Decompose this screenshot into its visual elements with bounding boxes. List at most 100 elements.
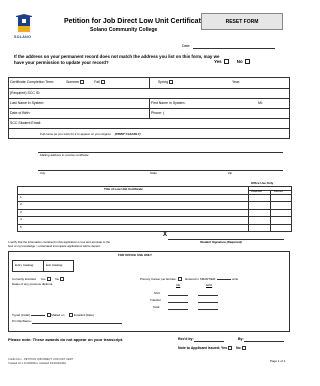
note-yes-checkbox[interactable] (228, 346, 233, 351)
mailed-checkbox[interactable] (46, 313, 51, 317)
cert-row-3: 3. (20, 210, 23, 214)
notice-line-2: have your permission to update your reco… (14, 60, 109, 65)
reset-form-button[interactable]: RESET FORM (201, 13, 283, 30)
recd-by-label: Rec'd by: (178, 337, 194, 341)
form-code-line-2: Created 10.1.13 ERP/Rev. Updated 3/23/20… (8, 362, 67, 365)
emailed-checkbox[interactable] (69, 313, 74, 317)
reset-form-label: RESET FORM (225, 19, 259, 25)
spring-label: Spring (158, 80, 169, 84)
mailed-label: Mailed on (51, 312, 65, 317)
college-name: Solano Community College (90, 27, 158, 33)
scc-label: SCC (154, 291, 161, 295)
office-use-title: FOR OFFICE USE ONLY (118, 253, 153, 257)
typed-initial-row: Typed (initial) Mailed on Emailed (Date) (12, 313, 94, 317)
by-label: By: (238, 337, 244, 341)
total-label: Total (153, 305, 160, 309)
date-field[interactable] (193, 48, 275, 49)
last-name-label: Last Name in System: (10, 101, 45, 105)
cert-row-5: 5. (20, 225, 23, 229)
pc-dip-field[interactable] (32, 323, 122, 324)
note-no-label: No (235, 346, 241, 350)
summer-checkbox[interactable] (80, 80, 85, 85)
primary-career-checkbox[interactable] (177, 277, 182, 281)
permission-no-checkbox[interactable] (245, 59, 251, 65)
transfer-label: Transfer (150, 298, 162, 302)
permission-no-label: No (236, 59, 243, 64)
please-note-text: Please note: These awards do not appear … (8, 337, 124, 342)
fall-checkbox[interactable] (100, 80, 105, 85)
date-paren-label: (Date) (85, 312, 94, 317)
emailed-label: Emailed (73, 312, 85, 317)
full-name-caption: Full name as you wish for it to appear o… (40, 132, 141, 137)
spring-checkbox[interactable] (169, 80, 174, 85)
date-label: Date: (182, 44, 191, 48)
zip-label: Zip (228, 171, 233, 175)
enrolled-no-label: No (55, 276, 60, 281)
awarded-header: Awarded (251, 189, 262, 193)
cert-term-row: Certificate Completion Term: Summer Fall (10, 80, 105, 85)
primary-career-row: Primary Career per Entries: Entered in S… (140, 277, 238, 281)
form-page: SOLANO Petition for Job Direct Low Unit … (0, 0, 298, 386)
pc-dip-label: P.C.Dip/Name: (12, 319, 32, 323)
total-gpa-field[interactable] (198, 309, 218, 310)
city-label: City (40, 171, 46, 175)
units-label: units (231, 276, 239, 281)
scc-id-label: (Required) SCC ID: (10, 91, 41, 95)
gpa-header: GPA (206, 283, 213, 287)
scc-gpa-field[interactable] (198, 295, 218, 296)
signature-caption: Student Signature (Required) (200, 240, 242, 244)
transfer-ue-field[interactable] (168, 302, 188, 303)
note-no-checkbox[interactable] (241, 346, 246, 351)
fall-label: Fall (94, 80, 100, 84)
recd-by-field[interactable] (194, 341, 224, 342)
first-name-label: First Name in System: (151, 101, 186, 105)
print-clearly-text: (PRINT CLEARLY) (114, 132, 141, 136)
denied-header: Denied (274, 189, 283, 193)
enrolled-no-checkbox[interactable] (60, 277, 65, 281)
entered-smartier-label: Entered in SMARTIER: (185, 276, 216, 281)
logo-emblem-icon (16, 14, 32, 32)
logo-text: SOLANO (14, 35, 32, 39)
enrolled-yes-label: Yes (40, 276, 46, 281)
phone-label: Phone: ( (151, 111, 165, 115)
ue-header: UE (176, 283, 181, 287)
currently-enrolled-label: Currently Enrolled (12, 276, 37, 281)
signature-x: X (163, 232, 168, 238)
entry-catalog-label: Entry Catalog: (15, 263, 35, 267)
address-line[interactable] (38, 170, 283, 171)
certify-line-2: best of my knowledge. I understand incom… (8, 244, 101, 248)
cert-row-4: 4. (20, 217, 23, 221)
email-label: SCC Student Email: (10, 121, 42, 125)
solano-logo: SOLANO (6, 14, 42, 42)
by-field[interactable] (244, 341, 284, 342)
permission-yes-no: Yes No (214, 59, 251, 65)
note-applicant-label: Note to Applicant issued: Yes (178, 346, 228, 350)
currently-enrolled-row: Currently Enrolled Yes No (12, 276, 65, 281)
mailing-address-caption: Mailing address to receive certificate (40, 153, 89, 157)
cert-title-header: Title of Low Unit Certificate (104, 187, 143, 191)
mi-label: MI: (258, 101, 263, 105)
cert-row-2: 2. (20, 202, 23, 206)
scc-ue-field[interactable] (168, 295, 188, 296)
primary-career-label: Primary Career per Entries: (140, 276, 177, 281)
form-title: Petition for Job Direct Low Unit Certifi… (64, 18, 205, 25)
dates-prev-label: Dates of any previous diploma (12, 282, 53, 286)
notice-line-1: If the address on your permanent record … (14, 54, 220, 59)
exit-catalog-label: Exit Catalog: (46, 263, 64, 267)
enrolled-yes-checkbox[interactable] (46, 277, 51, 281)
total-ue-field[interactable] (168, 309, 188, 310)
full-name-caption-text: Full name as you wish for it to appear o… (40, 132, 111, 136)
permission-yes-checkbox[interactable] (224, 59, 230, 65)
cert-row-1: 1. (20, 195, 23, 199)
state-label: State (150, 171, 158, 175)
page-number: Page 1 of 1 (270, 359, 286, 363)
summer-label: Summer (66, 80, 80, 84)
typed-initial-label: Typed (initial) (12, 312, 30, 317)
dob-label: Date of Birth: (10, 111, 31, 115)
cert-term-label: Certificate Completion Term: (10, 80, 55, 84)
transfer-gpa-field[interactable] (198, 302, 218, 303)
year-label: Year: (232, 80, 241, 84)
note-applicant-row: Note to Applicant issued: Yes No (178, 346, 246, 351)
spring-row: Spring (158, 80, 174, 85)
permission-yes-label: Yes (214, 59, 222, 64)
